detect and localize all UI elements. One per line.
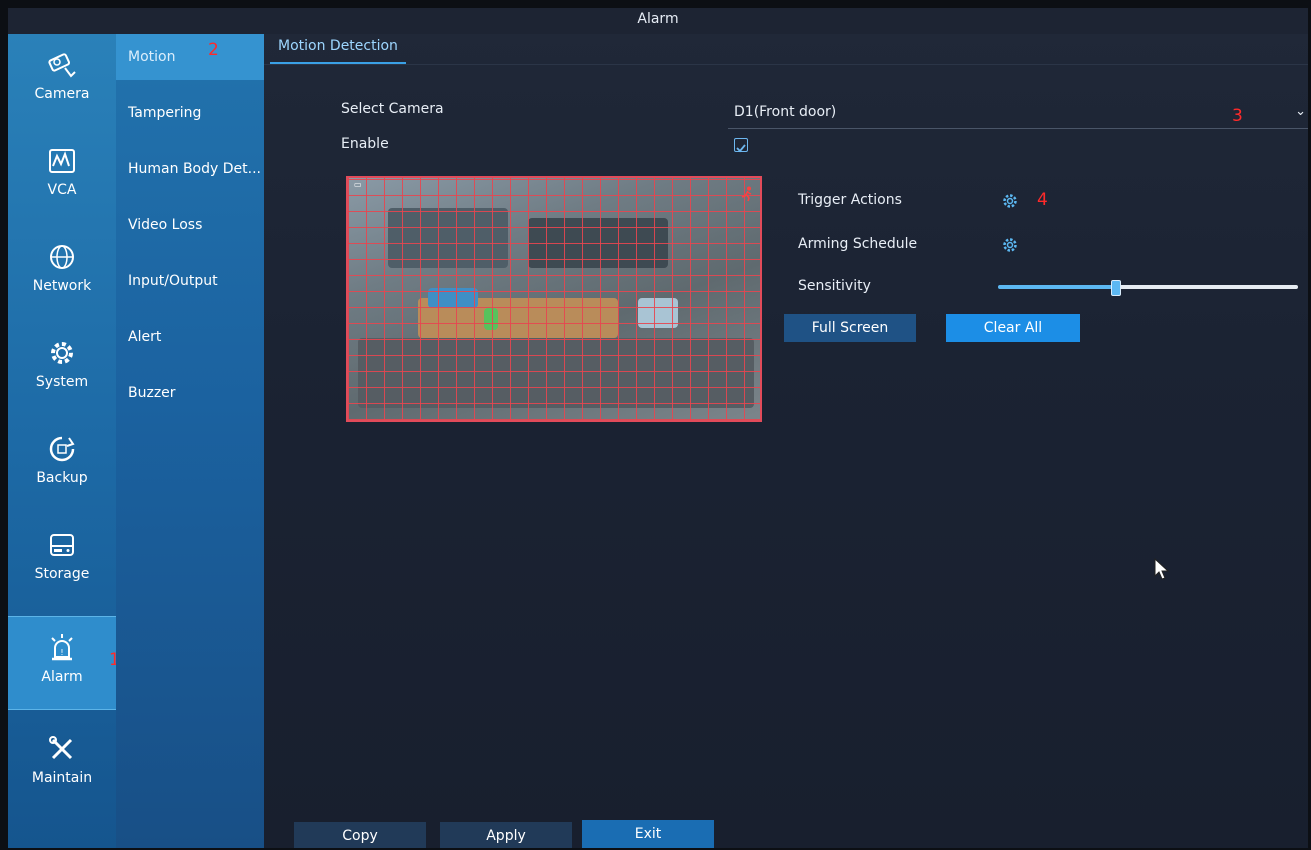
submenu-item-video-loss[interactable]: Video Loss bbox=[116, 202, 264, 248]
sidebar-item-label: System bbox=[35, 374, 89, 390]
arming-schedule-gear-icon[interactable] bbox=[1002, 237, 1018, 253]
tab-divider bbox=[264, 64, 1308, 65]
vca-icon bbox=[49, 149, 75, 173]
trigger-actions-gear-icon[interactable] bbox=[1002, 193, 1018, 209]
main-panel: Motion Detection Select Camera D1(Front … bbox=[264, 34, 1308, 848]
window-title: Alarm bbox=[8, 8, 1308, 34]
checkmark-icon bbox=[736, 144, 746, 153]
annotation-marker: 4 bbox=[1037, 190, 1048, 210]
arming-schedule-label: Arming Schedule bbox=[798, 236, 918, 252]
camera-select[interactable]: D1(Front door) ⌄ bbox=[728, 98, 1308, 129]
sidebar-item-backup[interactable]: Backup bbox=[8, 418, 116, 510]
sidebar-item-label: Storage bbox=[34, 566, 90, 582]
sidebar-item-storage[interactable]: Storage bbox=[8, 514, 116, 606]
camera-icon bbox=[48, 53, 76, 78]
storage-icon bbox=[50, 534, 74, 556]
submenu-item-alert[interactable]: Alert bbox=[116, 314, 264, 360]
sidebar-item-label: Camera bbox=[34, 86, 90, 102]
sidebar-item-system[interactable]: System bbox=[8, 322, 116, 414]
clear-all-button[interactable]: Clear All bbox=[946, 314, 1080, 342]
sensitivity-slider-handle[interactable] bbox=[1111, 280, 1121, 296]
sidebar-item-label: Maintain bbox=[31, 770, 93, 786]
alarm-icon: ! bbox=[51, 634, 73, 661]
full-screen-button[interactable]: Full Screen bbox=[784, 314, 916, 342]
main-sidebar: Camera VCA Network System Backup Storage… bbox=[8, 34, 116, 848]
sidebar-item-network[interactable]: Network bbox=[8, 226, 116, 318]
submenu-item-buzzer[interactable]: Buzzer bbox=[116, 370, 264, 416]
svg-text:!: ! bbox=[60, 648, 63, 657]
submenu-item-motion[interactable]: Motion bbox=[116, 34, 264, 80]
sidebar-item-alarm[interactable]: ! Alarm bbox=[8, 616, 116, 710]
enable-label: Enable bbox=[341, 136, 389, 152]
globe-icon bbox=[50, 245, 74, 269]
submenu-item-human-body-detection[interactable]: Human Body Det... bbox=[116, 146, 264, 192]
sidebar-item-camera[interactable]: Camera bbox=[8, 34, 116, 126]
sidebar-item-maintain[interactable]: Maintain bbox=[8, 718, 116, 810]
camera-select-value: D1(Front door) bbox=[734, 104, 837, 120]
nvr-screen: Alarm Camera VCA Network System Backup S… bbox=[8, 8, 1308, 848]
sidebar-item-label: Network bbox=[32, 278, 92, 294]
motion-detection-area[interactable]: ▭ bbox=[346, 176, 762, 422]
sensitivity-slider[interactable] bbox=[998, 280, 1298, 296]
copy-button[interactable]: Copy bbox=[294, 822, 426, 848]
backup-icon bbox=[49, 436, 75, 462]
running-person-icon bbox=[741, 186, 752, 202]
alarm-submenu: Motion Tampering Human Body Det... Video… bbox=[116, 34, 264, 848]
annotation-marker: 3 bbox=[1232, 106, 1243, 126]
submenu-item-input-output[interactable]: Input/Output bbox=[116, 258, 264, 304]
enable-checkbox[interactable] bbox=[734, 138, 748, 153]
sidebar-item-label: Alarm bbox=[41, 669, 83, 685]
sidebar-item-label: VCA bbox=[47, 182, 77, 198]
chevron-down-icon: ⌄ bbox=[1295, 104, 1306, 119]
submenu-item-tampering[interactable]: Tampering bbox=[116, 90, 264, 136]
tools-icon bbox=[49, 736, 73, 760]
osd-overlay-left: ▭ bbox=[354, 180, 362, 189]
annotation-marker: 2 bbox=[208, 40, 219, 60]
trigger-actions-label: Trigger Actions bbox=[798, 192, 902, 208]
apply-button[interactable]: Apply bbox=[440, 822, 572, 848]
select-camera-label: Select Camera bbox=[341, 101, 444, 117]
gear-icon bbox=[51, 342, 73, 364]
sensitivity-label: Sensitivity bbox=[798, 278, 871, 294]
sidebar-item-vca[interactable]: VCA bbox=[8, 130, 116, 222]
motion-grid bbox=[348, 178, 760, 420]
sidebar-item-label: Backup bbox=[36, 470, 88, 486]
tab-motion-detection[interactable]: Motion Detection bbox=[270, 38, 406, 64]
mouse-cursor-icon bbox=[1154, 558, 1170, 580]
exit-button[interactable]: Exit bbox=[582, 820, 714, 848]
